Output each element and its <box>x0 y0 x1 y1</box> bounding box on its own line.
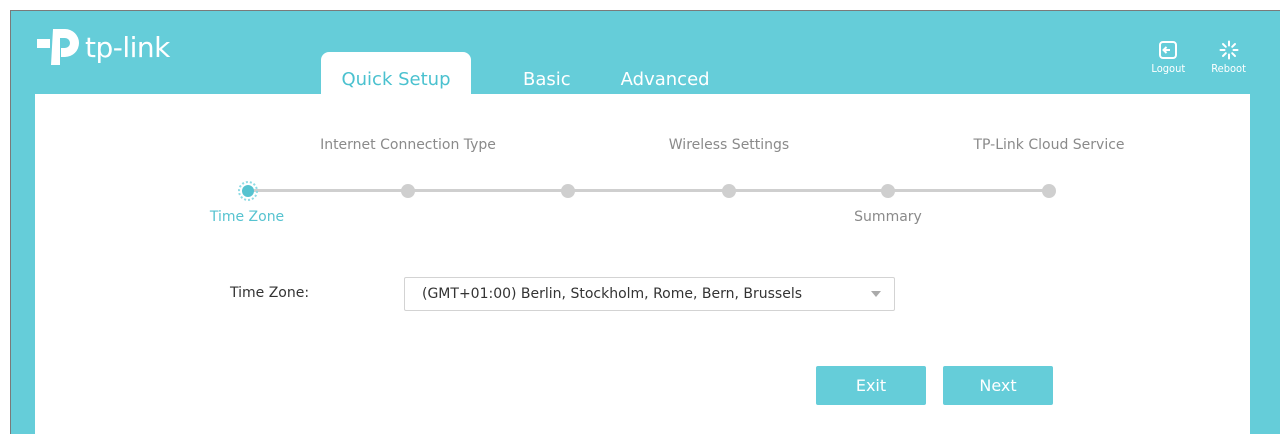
logout-icon <box>1159 41 1178 59</box>
top-actions: Logout Reboot <box>1151 40 1246 75</box>
exit-button[interactable]: Exit <box>816 366 926 405</box>
reboot-icon <box>1219 40 1239 60</box>
step-dot-intermediate <box>561 184 575 198</box>
step-label-summary: Summary <box>854 209 922 225</box>
step-dot-wireless-settings <box>722 184 736 198</box>
next-button[interactable]: Next <box>943 366 1053 405</box>
step-dot-summary <box>881 184 895 198</box>
brand-name: tp-link <box>85 30 170 64</box>
logout-button[interactable]: Logout <box>1151 40 1185 75</box>
time-zone-selected-value: (GMT+01:00) Berlin, Stockholm, Rome, Ber… <box>422 286 803 302</box>
logout-label: Logout <box>1151 62 1186 75</box>
reboot-label: Reboot <box>1211 62 1246 75</box>
step-dot-tp-link-cloud-service <box>1042 184 1056 198</box>
reboot-button[interactable]: Reboot <box>1211 40 1246 75</box>
step-label-wireless-settings: Wireless Settings <box>668 137 790 153</box>
time-zone-select[interactable]: (GMT+01:00) Berlin, Stockholm, Rome, Ber… <box>404 277 895 311</box>
tp-link-logo-mark-icon <box>37 29 79 65</box>
step-label-internet-connection-type: Internet Connection Type <box>320 137 496 153</box>
chevron-down-icon <box>871 291 881 297</box>
step-dot-internet-connection-type <box>401 184 415 198</box>
app-frame: tp-link Quick Setup Basic Advanced Logou… <box>10 10 1280 435</box>
current-step-indicator-icon <box>238 181 258 201</box>
step-label-tp-link-cloud-service: TP-Link Cloud Service <box>973 137 1125 153</box>
time-zone-label: Time Zone: <box>230 285 310 301</box>
stepper-track <box>247 189 1047 192</box>
step-label-time-zone: Time Zone <box>209 209 285 225</box>
tp-link-logo: tp-link <box>35 27 170 67</box>
